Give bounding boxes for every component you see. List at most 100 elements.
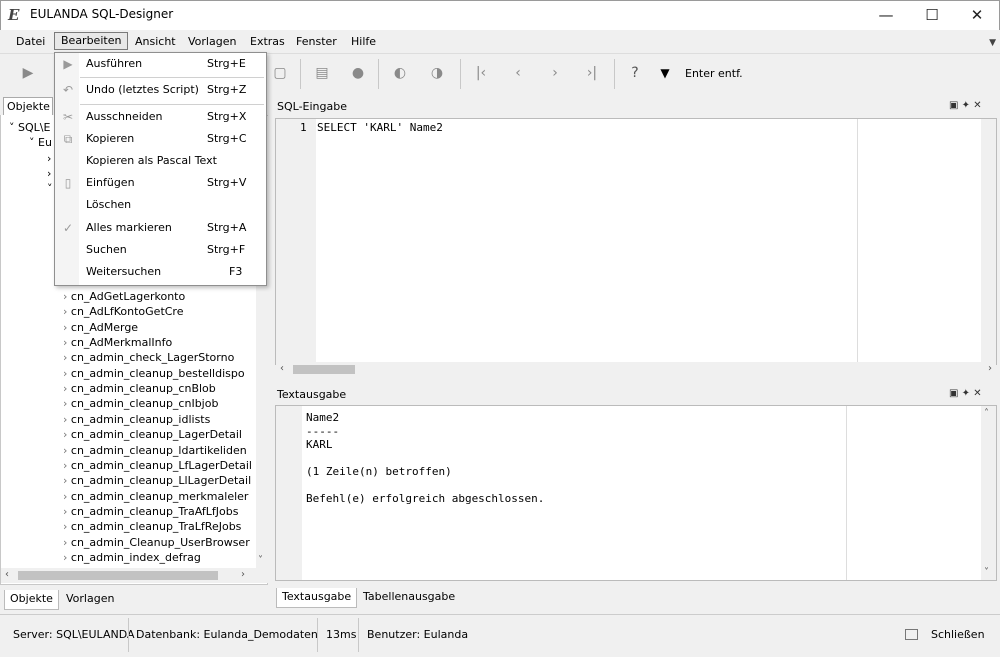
report-icon[interactable]: ▤ xyxy=(312,64,332,82)
tree-item[interactable]: › cn_admin_index_defrag xyxy=(63,550,201,565)
menu-item-kopieren-als-pascal-text[interactable]: Kopieren als Pascal Text xyxy=(56,150,266,172)
first-record-icon[interactable]: |‹ xyxy=(471,64,491,82)
menu-item-kopieren[interactable]: ⧉ Kopieren Strg+C xyxy=(56,128,266,150)
chevron-right-icon[interactable]: › xyxy=(63,382,71,395)
last-record-icon[interactable]: ›| xyxy=(582,64,602,82)
menu-datei[interactable]: Datei xyxy=(10,33,51,51)
scroll-up-icon[interactable]: ˄ xyxy=(984,408,989,419)
tree-item[interactable]: › cn_admin_cleanup_cnBlob xyxy=(63,381,216,396)
restore-panel-icon[interactable]: ▣ xyxy=(949,100,958,111)
tree-item-database[interactable]: ˅ Eu xyxy=(29,135,52,150)
menu-hilfe[interactable]: Hilfe xyxy=(345,33,382,51)
window-icon[interactable]: ▢ xyxy=(270,64,290,82)
sql-code-line[interactable]: SELECT 'KARL' Name2 xyxy=(317,121,443,134)
chevron-right-icon[interactable]: › xyxy=(63,336,71,349)
tree-item[interactable]: › cn_AdGetLagerkonto xyxy=(63,289,185,304)
close-window-icon[interactable] xyxy=(905,629,918,640)
tree-item[interactable]: › cn_admin_cleanup_bestelldispo xyxy=(63,366,245,381)
tree-expander[interactable]: ˅ xyxy=(47,181,53,196)
prev-record-icon[interactable]: ‹ xyxy=(508,64,528,82)
tree-item[interactable]: › cn_admin_cleanup_ldartikeliden xyxy=(63,443,247,458)
menu-item-suchen[interactable]: Suchen Strg+F xyxy=(56,239,266,261)
sql-editor-hscrollbar[interactable]: ‹ › xyxy=(276,362,996,377)
chevron-right-icon[interactable]: › xyxy=(63,305,71,318)
menu-item-weitersuchen[interactable]: Weitersuchen F3 xyxy=(56,261,266,283)
tree-item[interactable]: › cn_admin_cleanup_TraAfLfJobs xyxy=(63,504,239,519)
tree-item[interactable]: › cn_admin_cleanup_LlLagerDetail xyxy=(63,473,251,488)
chevron-down-icon[interactable]: ˅ xyxy=(9,121,18,134)
chevron-right-icon[interactable]: › xyxy=(63,290,71,303)
tree-item[interactable]: › cn_admin_cleanup_merkmaleler xyxy=(63,489,248,504)
tab-tabellenausgabe[interactable]: Tabellenausgabe xyxy=(358,588,460,608)
text-output-vscrollbar[interactable]: ˄ ˅ xyxy=(981,406,996,580)
chevron-right-icon[interactable]: › xyxy=(63,351,71,364)
pin-icon[interactable]: ✦ xyxy=(962,100,970,111)
chevron-right-icon[interactable]: › xyxy=(63,520,71,533)
chevron-right-icon[interactable]: › xyxy=(63,397,71,410)
tab-objekte[interactable]: Objekte xyxy=(4,590,59,610)
chevron-right-icon[interactable]: › xyxy=(63,428,71,441)
scroll-left-icon[interactable]: ‹ xyxy=(280,363,284,374)
menu-item-einfügen[interactable]: ▯ Einfügen Strg+V xyxy=(56,172,266,194)
scroll-thumb[interactable] xyxy=(293,365,355,374)
chevron-right-icon[interactable]: › xyxy=(63,536,71,549)
chevron-right-icon[interactable]: › xyxy=(63,490,71,503)
chevron-right-icon[interactable]: › xyxy=(63,444,71,457)
tree-expander[interactable]: › xyxy=(47,166,51,181)
tree-item[interactable]: › cn_admin_check_LagerStorno xyxy=(63,350,234,365)
menu-item-ausschneiden[interactable]: ✂ Ausschneiden Strg+X xyxy=(56,106,266,128)
tree-item[interactable]: › cn_admin_cleanup_idlists xyxy=(63,412,210,427)
tree-item[interactable]: › cn_admin_cleanup_TraLfReJobs xyxy=(63,519,241,534)
menu-bearbeiten[interactable]: Bearbeiten xyxy=(54,32,129,50)
close-label-button[interactable]: Schließen xyxy=(925,624,991,646)
next-record-icon[interactable]: › xyxy=(545,64,565,82)
restore-panel-icon[interactable]: ▣ xyxy=(949,388,958,399)
rollback-icon[interactable]: ◑ xyxy=(427,64,447,82)
tab-textausgabe[interactable]: Textausgabe xyxy=(276,588,358,608)
tree-item[interactable]: › cn_AdLfKontoGetCre xyxy=(63,304,183,319)
tree-item[interactable]: › cn_admin_Cleanup_UserBrowser xyxy=(63,535,250,550)
pin-icon[interactable]: ✦ xyxy=(962,388,970,399)
menu-item-alles-markieren[interactable]: ✓ Alles markieren Strg+A xyxy=(56,217,266,239)
chevron-right-icon[interactable]: › xyxy=(63,413,71,426)
tree-item[interactable]: › cn_admin_cleanup_LfLagerDetail xyxy=(63,458,252,473)
sql-editor-vscrollbar[interactable] xyxy=(981,119,996,362)
close-button[interactable]: ✕ xyxy=(954,0,1000,30)
close-panel-icon[interactable]: ✕ xyxy=(973,388,981,399)
sql-editor[interactable] xyxy=(275,118,997,365)
menu-item-löschen[interactable]: Löschen xyxy=(56,194,266,216)
scroll-thumb[interactable] xyxy=(18,571,218,580)
chevron-right-icon[interactable]: › xyxy=(63,551,71,564)
menubar-chevron-down-icon[interactable]: ▼ xyxy=(989,38,996,48)
commit-icon[interactable]: ◐ xyxy=(390,64,410,82)
scroll-left-icon[interactable]: ‹ xyxy=(5,569,9,580)
scroll-down-icon[interactable]: ˅ xyxy=(984,567,989,578)
menu-fenster[interactable]: Fenster xyxy=(290,33,343,51)
menu-item-ausführen[interactable]: ▶ Ausführen Strg+E xyxy=(56,53,266,75)
dropdown-arrow-icon[interactable]: ▼ xyxy=(655,64,675,82)
tab-vorlagen[interactable]: Vorlagen xyxy=(61,590,119,610)
object-tree-hscrollbar[interactable]: ‹ › xyxy=(1,568,268,583)
chevron-right-icon[interactable]: › xyxy=(63,505,71,518)
tree-item[interactable]: › cn_AdMerge xyxy=(63,320,138,335)
maximize-button[interactable]: ☐ xyxy=(909,0,955,30)
tree-item[interactable]: › cn_admin_cleanup_cnIbjob xyxy=(63,396,218,411)
user-icon[interactable]: ● xyxy=(348,64,368,82)
help-icon[interactable]: ? xyxy=(625,64,645,82)
tree-item[interactable]: › cn_AdMerkmalInfo xyxy=(63,335,172,350)
chevron-down-icon[interactable]: ˅ xyxy=(29,136,38,149)
menu-ansicht[interactable]: Ansicht xyxy=(129,33,182,51)
chevron-right-icon[interactable]: › xyxy=(63,367,71,380)
chevron-right-icon[interactable]: › xyxy=(63,321,71,334)
scroll-right-icon[interactable]: › xyxy=(988,363,992,374)
tree-item-server[interactable]: ˅ SQL\E xyxy=(9,120,50,135)
chevron-right-icon[interactable]: › xyxy=(63,459,71,472)
scroll-down-icon[interactable]: ˅ xyxy=(258,555,263,566)
close-panel-icon[interactable]: ✕ xyxy=(973,100,981,111)
chevron-right-icon[interactable]: › xyxy=(63,474,71,487)
tree-item[interactable]: › cn_admin_cleanup_LagerDetail xyxy=(63,427,242,442)
menu-extras[interactable]: Extras xyxy=(244,33,291,51)
minimize-button[interactable]: — xyxy=(863,0,909,30)
run-icon[interactable]: ▶ xyxy=(18,64,38,82)
menu-item-undo-letztes-script[interactable]: ↶ Undo (letztes Script) Strg+Z xyxy=(56,79,266,101)
